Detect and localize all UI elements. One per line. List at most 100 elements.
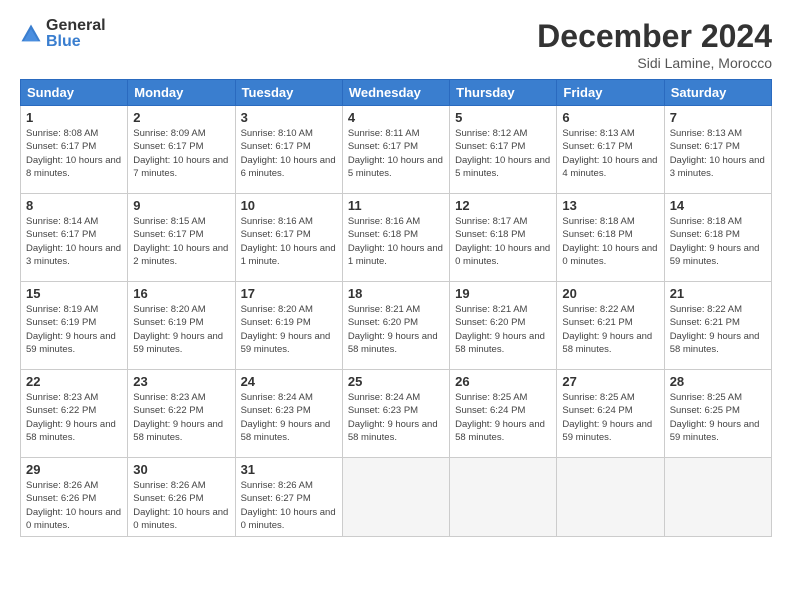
cell-content: Sunrise: 8:18 AMSunset: 6:18 PMDaylight:… xyxy=(670,215,766,268)
cell-empty xyxy=(557,458,664,537)
cell-14: 14 Sunrise: 8:18 AMSunset: 6:18 PMDaylig… xyxy=(664,194,771,282)
cell-content: Sunrise: 8:26 AMSunset: 6:26 PMDaylight:… xyxy=(26,479,122,532)
day-number: 21 xyxy=(670,286,766,301)
day-number: 25 xyxy=(348,374,444,389)
logo-blue-text: Blue xyxy=(46,34,106,50)
cell-content: Sunrise: 8:23 AMSunset: 6:22 PMDaylight:… xyxy=(26,391,122,444)
cell-12: 12 Sunrise: 8:17 AMSunset: 6:18 PMDaylig… xyxy=(450,194,557,282)
cell-15: 15 Sunrise: 8:19 AMSunset: 6:19 PMDaylig… xyxy=(21,282,128,370)
day-number: 17 xyxy=(241,286,337,301)
cell-content: Sunrise: 8:22 AMSunset: 6:21 PMDaylight:… xyxy=(562,303,658,356)
logo-icon xyxy=(20,23,42,45)
day-number: 11 xyxy=(348,198,444,213)
col-sunday: Sunday xyxy=(21,80,128,106)
cell-content: Sunrise: 8:20 AMSunset: 6:19 PMDaylight:… xyxy=(133,303,229,356)
cell-17: 17 Sunrise: 8:20 AMSunset: 6:19 PMDaylig… xyxy=(235,282,342,370)
cell-content: Sunrise: 8:21 AMSunset: 6:20 PMDaylight:… xyxy=(348,303,444,356)
cell-content: Sunrise: 8:16 AMSunset: 6:18 PMDaylight:… xyxy=(348,215,444,268)
cell-5: 5 Sunrise: 8:12 AMSunset: 6:17 PMDayligh… xyxy=(450,106,557,194)
cell-content: Sunrise: 8:22 AMSunset: 6:21 PMDaylight:… xyxy=(670,303,766,356)
cell-content: Sunrise: 8:12 AMSunset: 6:17 PMDaylight:… xyxy=(455,127,551,180)
month-title: December 2024 xyxy=(537,18,772,55)
day-number: 4 xyxy=(348,110,444,125)
cell-20: 20 Sunrise: 8:22 AMSunset: 6:21 PMDaylig… xyxy=(557,282,664,370)
day-number: 19 xyxy=(455,286,551,301)
cell-content: Sunrise: 8:25 AMSunset: 6:24 PMDaylight:… xyxy=(562,391,658,444)
day-number: 22 xyxy=(26,374,122,389)
day-number: 6 xyxy=(562,110,658,125)
table-row: 15 Sunrise: 8:19 AMSunset: 6:19 PMDaylig… xyxy=(21,282,772,370)
cell-content: Sunrise: 8:18 AMSunset: 6:18 PMDaylight:… xyxy=(562,215,658,268)
header: General Blue December 2024 Sidi Lamine, … xyxy=(20,18,772,71)
cell-2: 2 Sunrise: 8:09 AMSunset: 6:17 PMDayligh… xyxy=(128,106,235,194)
day-number: 7 xyxy=(670,110,766,125)
cell-10: 10 Sunrise: 8:16 AMSunset: 6:17 PMDaylig… xyxy=(235,194,342,282)
logo: General Blue xyxy=(20,18,106,50)
cell-content: Sunrise: 8:17 AMSunset: 6:18 PMDaylight:… xyxy=(455,215,551,268)
day-number: 1 xyxy=(26,110,122,125)
cell-29: 29 Sunrise: 8:26 AMSunset: 6:26 PMDaylig… xyxy=(21,458,128,537)
cell-content: Sunrise: 8:19 AMSunset: 6:19 PMDaylight:… xyxy=(26,303,122,356)
calendar-table: Sunday Monday Tuesday Wednesday Thursday… xyxy=(20,79,772,537)
cell-content: Sunrise: 8:26 AMSunset: 6:26 PMDaylight:… xyxy=(133,479,229,532)
cell-21: 21 Sunrise: 8:22 AMSunset: 6:21 PMDaylig… xyxy=(664,282,771,370)
cell-31: 31 Sunrise: 8:26 AMSunset: 6:27 PMDaylig… xyxy=(235,458,342,537)
day-number: 27 xyxy=(562,374,658,389)
day-number: 18 xyxy=(348,286,444,301)
day-number: 9 xyxy=(133,198,229,213)
cell-3: 3 Sunrise: 8:10 AMSunset: 6:17 PMDayligh… xyxy=(235,106,342,194)
day-number: 10 xyxy=(241,198,337,213)
cell-25: 25 Sunrise: 8:24 AMSunset: 6:23 PMDaylig… xyxy=(342,370,449,458)
day-number: 31 xyxy=(241,462,337,477)
day-number: 26 xyxy=(455,374,551,389)
location: Sidi Lamine, Morocco xyxy=(537,55,772,71)
day-number: 28 xyxy=(670,374,766,389)
cell-content: Sunrise: 8:09 AMSunset: 6:17 PMDaylight:… xyxy=(133,127,229,180)
cell-16: 16 Sunrise: 8:20 AMSunset: 6:19 PMDaylig… xyxy=(128,282,235,370)
cell-content: Sunrise: 8:15 AMSunset: 6:17 PMDaylight:… xyxy=(133,215,229,268)
day-number: 14 xyxy=(670,198,766,213)
cell-content: Sunrise: 8:25 AMSunset: 6:24 PMDaylight:… xyxy=(455,391,551,444)
cell-empty xyxy=(664,458,771,537)
table-row: 8 Sunrise: 8:14 AMSunset: 6:17 PMDayligh… xyxy=(21,194,772,282)
table-row: 1 Sunrise: 8:08 AMSunset: 6:17 PMDayligh… xyxy=(21,106,772,194)
cell-content: Sunrise: 8:13 AMSunset: 6:17 PMDaylight:… xyxy=(670,127,766,180)
cell-24: 24 Sunrise: 8:24 AMSunset: 6:23 PMDaylig… xyxy=(235,370,342,458)
cell-content: Sunrise: 8:23 AMSunset: 6:22 PMDaylight:… xyxy=(133,391,229,444)
table-row: 29 Sunrise: 8:26 AMSunset: 6:26 PMDaylig… xyxy=(21,458,772,537)
col-tuesday: Tuesday xyxy=(235,80,342,106)
cell-9: 9 Sunrise: 8:15 AMSunset: 6:17 PMDayligh… xyxy=(128,194,235,282)
cell-content: Sunrise: 8:11 AMSunset: 6:17 PMDaylight:… xyxy=(348,127,444,180)
day-number: 8 xyxy=(26,198,122,213)
cell-6: 6 Sunrise: 8:13 AMSunset: 6:17 PMDayligh… xyxy=(557,106,664,194)
cell-content: Sunrise: 8:10 AMSunset: 6:17 PMDaylight:… xyxy=(241,127,337,180)
cell-26: 26 Sunrise: 8:25 AMSunset: 6:24 PMDaylig… xyxy=(450,370,557,458)
col-saturday: Saturday xyxy=(664,80,771,106)
cell-content: Sunrise: 8:21 AMSunset: 6:20 PMDaylight:… xyxy=(455,303,551,356)
cell-content: Sunrise: 8:24 AMSunset: 6:23 PMDaylight:… xyxy=(348,391,444,444)
cell-content: Sunrise: 8:16 AMSunset: 6:17 PMDaylight:… xyxy=(241,215,337,268)
cell-18: 18 Sunrise: 8:21 AMSunset: 6:20 PMDaylig… xyxy=(342,282,449,370)
table-row: 22 Sunrise: 8:23 AMSunset: 6:22 PMDaylig… xyxy=(21,370,772,458)
logo-text: General Blue xyxy=(46,18,106,50)
logo-general-text: General xyxy=(46,18,106,34)
cell-content: Sunrise: 8:26 AMSunset: 6:27 PMDaylight:… xyxy=(241,479,337,532)
day-number: 5 xyxy=(455,110,551,125)
day-number: 12 xyxy=(455,198,551,213)
day-number: 20 xyxy=(562,286,658,301)
cell-content: Sunrise: 8:14 AMSunset: 6:17 PMDaylight:… xyxy=(26,215,122,268)
cell-7: 7 Sunrise: 8:13 AMSunset: 6:17 PMDayligh… xyxy=(664,106,771,194)
cell-1: 1 Sunrise: 8:08 AMSunset: 6:17 PMDayligh… xyxy=(21,106,128,194)
cell-11: 11 Sunrise: 8:16 AMSunset: 6:18 PMDaylig… xyxy=(342,194,449,282)
cell-28: 28 Sunrise: 8:25 AMSunset: 6:25 PMDaylig… xyxy=(664,370,771,458)
day-number: 16 xyxy=(133,286,229,301)
cell-content: Sunrise: 8:24 AMSunset: 6:23 PMDaylight:… xyxy=(241,391,337,444)
cell-22: 22 Sunrise: 8:23 AMSunset: 6:22 PMDaylig… xyxy=(21,370,128,458)
day-number: 29 xyxy=(26,462,122,477)
calendar-header-row: Sunday Monday Tuesday Wednesday Thursday… xyxy=(21,80,772,106)
cell-30: 30 Sunrise: 8:26 AMSunset: 6:26 PMDaylig… xyxy=(128,458,235,537)
cell-13: 13 Sunrise: 8:18 AMSunset: 6:18 PMDaylig… xyxy=(557,194,664,282)
col-monday: Monday xyxy=(128,80,235,106)
col-friday: Friday xyxy=(557,80,664,106)
day-number: 3 xyxy=(241,110,337,125)
